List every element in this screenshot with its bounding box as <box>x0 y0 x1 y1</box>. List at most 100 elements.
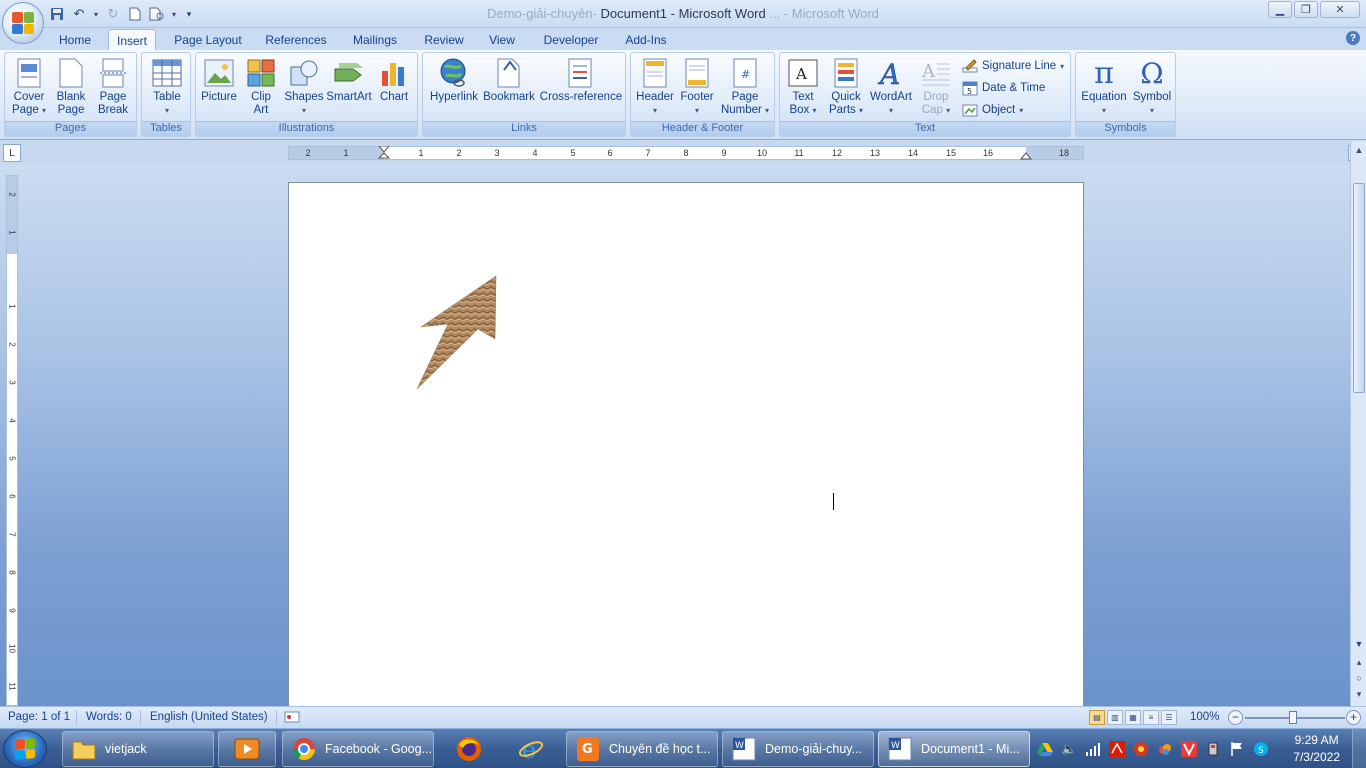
tab-add-ins[interactable]: Add-Ins <box>620 29 672 50</box>
action-center-flag-icon[interactable] <box>1228 740 1246 758</box>
tab-references[interactable]: References <box>262 29 330 50</box>
tab-selector[interactable]: L <box>3 144 21 162</box>
object-button[interactable]: Object ▾ <box>962 101 1023 119</box>
drop-cap-button[interactable]: A Drop Cap ▾ <box>914 57 958 117</box>
arrow-shape[interactable] <box>417 273 501 391</box>
horizontal-ruler[interactable]: 2 1 1 2 3 4 5 6 7 8 9 10 11 12 13 14 15 … <box>288 146 1084 160</box>
taskbar-item-word-demo[interactable]: W Demo-giải-chuy... <box>722 731 874 767</box>
full-screen-reading-icon[interactable]: ▥ <box>1107 710 1123 725</box>
volume-icon[interactable]: 🔈 <box>1060 740 1078 758</box>
tab-developer[interactable]: Developer <box>538 29 604 50</box>
scroll-down-icon[interactable]: ▼ <box>1351 639 1366 653</box>
quick-parts-button[interactable]: Quick Parts ▾ <box>824 57 868 117</box>
hyperlink-button[interactable]: Hyperlink <box>427 57 481 104</box>
web-layout-icon[interactable]: ▦ <box>1125 710 1141 725</box>
taskbar-item-firefox[interactable] <box>440 731 498 767</box>
tab-insert[interactable]: Insert <box>108 29 156 50</box>
chevron-down-icon: ▾ <box>164 106 169 115</box>
scroll-thumb[interactable] <box>1353 183 1365 393</box>
taskbar-item-vietjack[interactable]: vietjack <box>62 731 214 767</box>
wordart-button[interactable]: A WordArt ▾ <box>868 57 914 117</box>
quick-parts-label-1: Quick <box>831 91 861 103</box>
taskbar-item-pdf[interactable]: G Chuyên đề học t... <box>566 731 718 767</box>
shapes-button[interactable]: Shapes ▾ <box>284 57 324 117</box>
date-time-label: Date & Time <box>982 82 1046 94</box>
date-time-button[interactable]: 5 Date & Time <box>962 79 1045 97</box>
office-button[interactable] <box>2 2 44 44</box>
tab-view[interactable]: View <box>484 29 520 50</box>
zoom-level[interactable]: 100% <box>1190 711 1219 723</box>
text-box-button[interactable]: A Text Box ▾ <box>782 57 824 117</box>
pi-icon: π <box>1094 55 1114 91</box>
google-drive-icon[interactable] <box>1036 740 1054 758</box>
tab-review[interactable]: Review <box>420 29 468 50</box>
word-count[interactable]: Words: 0 <box>86 711 132 723</box>
language-status[interactable]: English (United States) <box>150 711 268 723</box>
header-button[interactable]: Header ▾ <box>633 57 677 117</box>
scroll-up-icon[interactable]: ▲ <box>1351 145 1366 159</box>
taskbar-item-media-player[interactable] <box>218 731 276 767</box>
table-button[interactable]: Table ▾ <box>146 57 188 117</box>
next-page-icon[interactable]: ▾ <box>1351 689 1366 703</box>
picture-button[interactable]: Picture <box>200 57 238 104</box>
vertical-ruler[interactable]: 2 1 1 2 3 4 5 6 7 8 9 10 11 <box>6 175 18 706</box>
signature-line-button[interactable]: Signature Line ▾ <box>962 57 1064 75</box>
bookmark-button[interactable]: Bookmark <box>481 57 537 104</box>
zoom-out-icon[interactable]: − <box>1228 710 1243 725</box>
cover-page-label-1: Cover <box>13 91 45 103</box>
document-area[interactable]: 2 1 1 2 3 4 5 6 7 8 9 10 11 <box>0 165 1350 706</box>
indent-marker-icon[interactable] <box>378 146 390 162</box>
symbol-button[interactable]: Ω Symbol ▾ <box>1130 57 1174 117</box>
cross-reference-button[interactable]: Cross-reference <box>539 57 623 104</box>
start-button[interactable] <box>3 730 47 768</box>
outline-icon[interactable]: ≡ <box>1143 710 1159 725</box>
footer-button[interactable]: Footer ▾ <box>675 57 719 117</box>
tab-page-layout[interactable]: Page Layout <box>170 29 246 50</box>
security-icon[interactable] <box>1132 740 1150 758</box>
vivaldi-icon[interactable] <box>1180 740 1198 758</box>
system-tray: 🔈 S <box>1036 731 1270 767</box>
blank-page-button[interactable]: Blank Page <box>51 57 91 117</box>
show-desktop-button[interactable] <box>1352 729 1366 768</box>
cover-page-button[interactable]: Cover Page ▾ <box>9 57 49 117</box>
ruler-tick: 11 <box>794 148 804 158</box>
restore-button[interactable]: ❐ <box>1294 1 1318 18</box>
right-indent-marker-icon[interactable] <box>1020 150 1032 160</box>
zoom-slider-thumb[interactable] <box>1289 711 1297 724</box>
equation-button[interactable]: π Equation ▾ <box>1078 57 1130 117</box>
clock[interactable]: 9:29 AM 7/3/2022 <box>1293 732 1340 766</box>
taskbar-item-chrome[interactable]: Facebook - Goog... <box>282 731 434 767</box>
page-number-button[interactable]: # Page Number ▾ <box>719 57 771 117</box>
shapes-label: Shapes <box>284 91 324 103</box>
document-page[interactable] <box>288 182 1084 706</box>
close-button[interactable]: ✕ <box>1320 1 1360 18</box>
help-icon[interactable]: ? <box>1346 31 1360 45</box>
clip-art-label-2: Art <box>253 104 269 116</box>
tab-home[interactable]: Home <box>56 29 94 50</box>
window-controls: ▁ ❐ ✕ <box>1268 1 1360 18</box>
ruler-tick: 13 <box>869 148 881 158</box>
minimize-button[interactable]: ▁ <box>1268 1 1292 18</box>
page-count[interactable]: Page: 1 of 1 <box>8 711 70 723</box>
title-faded-right: ... - Microsoft Word <box>769 6 879 21</box>
select-browse-object-icon[interactable]: ○ <box>1351 673 1366 687</box>
zoom-in-icon[interactable]: + <box>1346 710 1361 725</box>
print-layout-icon[interactable]: ▤ <box>1089 710 1105 725</box>
network-icon[interactable] <box>1084 740 1102 758</box>
page-break-button[interactable]: Page Break <box>93 57 133 117</box>
smartart-button[interactable]: SmartArt <box>326 57 372 104</box>
draft-icon[interactable]: ☰ <box>1161 710 1177 725</box>
acrobat-icon[interactable] <box>1108 740 1126 758</box>
cloud-sync-icon[interactable] <box>1156 740 1174 758</box>
clip-art-button[interactable]: Clip Art <box>242 57 280 117</box>
taskbar-item-internet-explorer[interactable]: e <box>502 731 560 767</box>
macro-record-icon[interactable] <box>284 710 300 727</box>
tab-mailings[interactable]: Mailings <box>346 29 404 50</box>
chart-button[interactable]: Chart <box>374 57 414 104</box>
usb-device-icon[interactable] <box>1204 740 1222 758</box>
previous-page-icon[interactable]: ▴ <box>1351 657 1366 671</box>
taskbar-label: vietjack <box>105 742 147 756</box>
skype-icon[interactable]: S <box>1252 740 1270 758</box>
vertical-scrollbar[interactable]: ▲ ▼ ▴ ○ ▾ <box>1350 141 1366 706</box>
taskbar-item-document1[interactable]: W Document1 - Mi... <box>878 731 1030 767</box>
